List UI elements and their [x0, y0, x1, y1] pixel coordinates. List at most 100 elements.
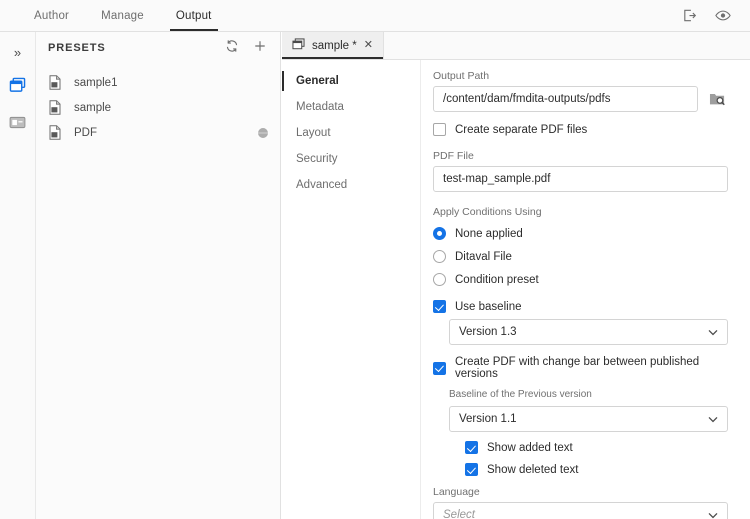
output-path-row [433, 86, 728, 112]
radio-ditaval-file[interactable] [433, 250, 446, 263]
sidenav-item-advanced[interactable]: Advanced [282, 172, 420, 198]
editor-body: General Metadata Layout Security Advance… [282, 60, 750, 519]
radio-row-none-applied[interactable]: None applied [433, 222, 728, 245]
card-icon [9, 116, 26, 134]
layers-icon [9, 77, 26, 98]
sidenav-item-general[interactable]: General [282, 68, 420, 94]
document-tab-sample[interactable]: sample * ✕ [282, 32, 384, 59]
preset-label: PDF [74, 127, 244, 139]
pdf-file-icon [48, 100, 62, 116]
previous-version-select[interactable]: Version 1.1 [449, 406, 728, 432]
create-separate-pdf-checkbox[interactable] [433, 123, 446, 136]
pdf-file-icon [48, 125, 62, 141]
change-bar-row[interactable]: Create PDF with change bar between publi… [433, 356, 728, 380]
show-added-text-label: Show added text [487, 442, 573, 454]
show-deleted-text-row[interactable]: Show deleted text [465, 463, 728, 476]
create-separate-pdf-label: Create separate PDF files [455, 124, 587, 136]
language-label: Language [433, 486, 728, 498]
topnav-item-author[interactable]: Author [18, 0, 85, 31]
sidenav-label: General [296, 75, 339, 87]
show-deleted-text-checkbox[interactable] [465, 463, 478, 476]
rail-item-card[interactable] [0, 108, 36, 142]
show-deleted-text-label: Show deleted text [487, 464, 578, 476]
add-preset-button[interactable] [250, 38, 270, 58]
pdf-file-label: PDF File [433, 150, 728, 162]
create-separate-pdf-row[interactable]: Create separate PDF files [433, 123, 728, 136]
change-bar-checkbox[interactable] [433, 362, 446, 375]
folder-search-icon[interactable] [706, 88, 728, 110]
rail-item-layers[interactable] [0, 70, 36, 104]
baseline-version-select[interactable]: Version 1.3 [449, 319, 728, 345]
show-added-text-checkbox[interactable] [465, 441, 478, 454]
use-baseline-row[interactable]: Use baseline [433, 300, 728, 313]
radio-row-ditaval-file[interactable]: Ditaval File [433, 245, 728, 268]
pdf-file-input[interactable] [433, 166, 728, 192]
baseline-previous-version-label: Baseline of the Previous version [449, 389, 728, 400]
preset-item-sample1[interactable]: sample1 [36, 70, 280, 95]
change-bar-options: Baseline of the Previous version Version… [449, 389, 728, 476]
show-added-text-row[interactable]: Show added text [465, 441, 728, 454]
topnav-item-manage[interactable]: Manage [85, 0, 160, 31]
sidenav-label: Advanced [296, 179, 347, 191]
preset-list: sample1 sample [36, 64, 280, 145]
document-tab-label: sample * [312, 40, 357, 52]
top-bar-actions [680, 0, 750, 31]
sidenav-item-layout[interactable]: Layout [282, 120, 420, 146]
radio-label: Ditaval File [455, 251, 512, 263]
preset-item-pdf[interactable]: PDF [36, 120, 280, 145]
topnav-label: Output [176, 10, 212, 22]
chevron-down-icon [708, 510, 718, 519]
use-baseline-label: Use baseline [455, 301, 521, 313]
document-tab-strip: sample * ✕ [282, 32, 750, 60]
general-settings-form: Output Path Create separate PDF files [421, 60, 750, 519]
presets-panel: PRESETS [36, 32, 281, 519]
left-rail: » [0, 32, 36, 519]
presets-title: PRESETS [48, 42, 214, 54]
topnav-label: Author [34, 10, 69, 22]
refresh-icon [225, 39, 239, 58]
radio-label: None applied [455, 228, 523, 240]
radio-none-applied[interactable] [433, 227, 446, 240]
apply-conditions-radio-group: None applied Ditaval File Condition pres… [433, 222, 728, 291]
baseline-version-value: Version 1.3 [459, 326, 708, 338]
preset-item-sample[interactable]: sample [36, 95, 280, 120]
sidenav-label: Layout [296, 127, 331, 139]
sidenav-item-security[interactable]: Security [282, 146, 420, 172]
topnav-label: Manage [101, 10, 144, 22]
use-baseline-checkbox[interactable] [433, 300, 446, 313]
previous-version-value: Version 1.1 [459, 413, 708, 425]
language-select[interactable]: Select [433, 502, 728, 519]
app-window: Author Manage Output [0, 0, 750, 519]
apply-conditions-label: Apply Conditions Using [433, 206, 728, 218]
topnav-item-output[interactable]: Output [160, 0, 228, 31]
language-value: Select [443, 509, 708, 519]
change-bar-label: Create PDF with change bar between publi… [455, 356, 728, 380]
top-navigation: Author Manage Output [0, 0, 228, 31]
sidenav-label: Security [296, 153, 338, 165]
radio-label: Condition preset [455, 274, 539, 286]
editor-panel: sample * ✕ General Metadata Layout Secur… [282, 32, 750, 519]
sidenav-item-metadata[interactable]: Metadata [282, 94, 420, 120]
refresh-presets-button[interactable] [222, 38, 242, 58]
output-path-input[interactable] [433, 86, 698, 112]
eye-icon[interactable] [714, 7, 732, 25]
preset-label: sample [74, 102, 270, 114]
top-bar: Author Manage Output [0, 0, 750, 32]
settings-sidenav: General Metadata Layout Security Advance… [282, 60, 421, 519]
chevron-down-icon [708, 414, 718, 424]
globe-icon[interactable] [256, 126, 270, 140]
export-icon[interactable] [680, 7, 698, 25]
chevron-double-right-icon: » [14, 45, 21, 60]
document-icon [292, 37, 305, 55]
radio-condition-preset[interactable] [433, 273, 446, 286]
plus-icon [253, 39, 267, 58]
preset-label: sample1 [74, 77, 270, 89]
radio-row-condition-preset[interactable]: Condition preset [433, 268, 728, 291]
top-bar-spacer [228, 0, 680, 31]
presets-header: PRESETS [36, 32, 280, 64]
expand-rail-button[interactable]: » [0, 38, 36, 66]
sidenav-label: Metadata [296, 101, 344, 113]
output-path-label: Output Path [433, 70, 728, 82]
pdf-file-icon [48, 75, 62, 91]
close-icon[interactable]: ✕ [364, 40, 373, 51]
